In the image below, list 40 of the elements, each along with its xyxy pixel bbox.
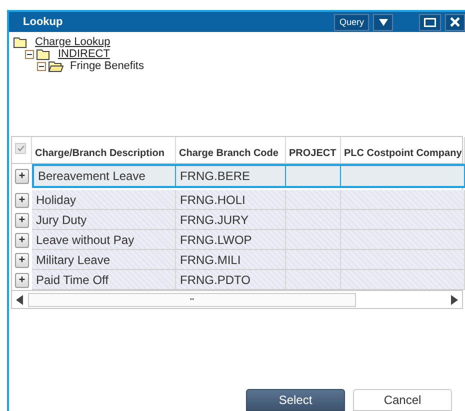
expand-row-button[interactable]: + [15, 232, 29, 248]
expand-row-button[interactable]: + [15, 272, 29, 288]
window-title: Lookup [23, 16, 64, 28]
table-cell: FRNG.JURY [176, 210, 286, 230]
close-icon [450, 17, 460, 27]
table-cell: Bereavement Leave [32, 164, 176, 188]
scroll-left-icon[interactable] [16, 294, 24, 304]
scroll-right-icon[interactable] [450, 294, 458, 304]
table-cell: Leave without Pay [32, 230, 176, 250]
expand-row-button[interactable]: + [15, 252, 29, 268]
folder-icon [13, 36, 29, 48]
tree-link[interactable]: Charge Lookup [35, 36, 110, 48]
cancel-button[interactable]: Cancel [353, 389, 452, 411]
table-cell: Jury Duty [32, 210, 176, 230]
table-cell: FRNG.BERE [176, 164, 286, 188]
table-cell: FRNG.MILI [176, 250, 286, 270]
tree-link[interactable]: INDIRECT [58, 48, 110, 60]
collapse-icon[interactable] [25, 50, 34, 58]
caret-icon [378, 18, 388, 26]
select-button[interactable]: Select [246, 389, 345, 411]
query-button[interactable]: Query [334, 14, 369, 30]
check-icon [16, 145, 24, 152]
table-cell: FRNG.LWOP [176, 230, 286, 250]
tree-item-label[interactable]: Fringe Benefits [70, 60, 144, 72]
table-cell: Military Leave [32, 250, 176, 270]
maximize-icon [424, 18, 436, 26]
collapse-icon[interactable] [37, 62, 46, 70]
table-cell: FRNG.PDTO [176, 270, 286, 290]
folder-icon [36, 48, 52, 60]
table-cell: FRNG.HOLI [176, 190, 286, 210]
maximize-button[interactable] [419, 14, 441, 30]
expand-row-button[interactable]: + [15, 192, 29, 208]
table-cell: Paid Time Off [32, 270, 176, 290]
open-folder-icon [48, 60, 64, 72]
dropdown-button[interactable] [373, 14, 393, 30]
expand-row-button[interactable]: + [15, 168, 29, 184]
expand-row-button[interactable]: + [15, 212, 29, 228]
close-button[interactable] [445, 14, 465, 30]
table-cell: Holiday [32, 190, 176, 210]
select-all-checkbox[interactable] [15, 143, 26, 154]
